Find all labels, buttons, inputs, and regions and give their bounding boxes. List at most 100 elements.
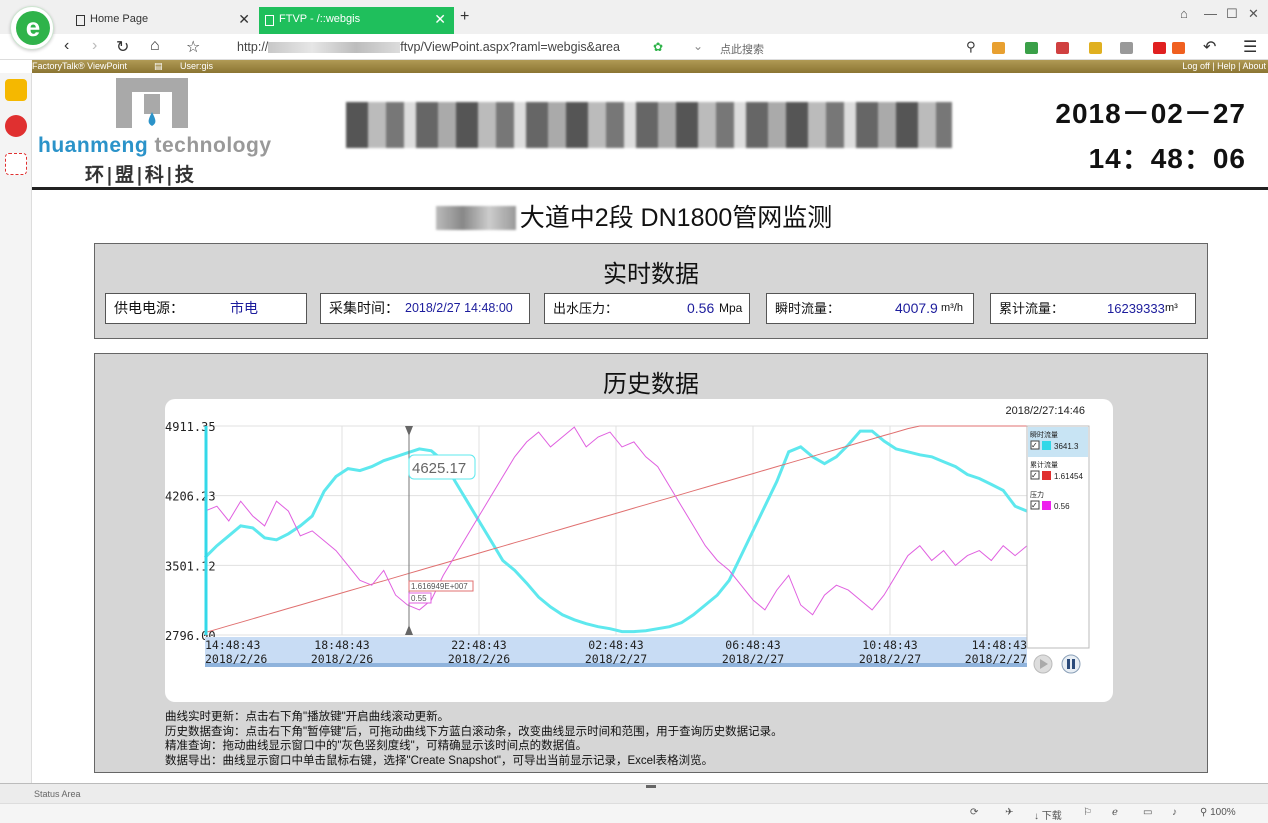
power-field: 供电电源： 市电 (105, 293, 307, 324)
x-tick-time: 02:48:43 (588, 638, 643, 652)
x-tick-time: 18:48:43 (314, 638, 369, 652)
flag-icon[interactable]: ⚐ (1083, 807, 1092, 818)
weibo-icon[interactable] (5, 115, 27, 137)
window-close-icon[interactable]: ✕ (1248, 6, 1259, 22)
ie-mode-icon[interactable]: ℯ (1112, 807, 1118, 818)
search-input[interactable]: 点此搜索 (720, 41, 764, 57)
collect-time-value: 2018/2/27 14:48:00 (405, 301, 513, 315)
legend-swatch (1042, 471, 1051, 480)
volume-icon[interactable]: ♪ (1172, 807, 1177, 818)
ad-block-icon[interactable] (1056, 42, 1069, 54)
help-line: 数据导出：曲线显示窗口中单击鼠标右键，选择"Create Snapshot"，可… (165, 754, 714, 767)
sync-icon[interactable]: ⟳ (970, 807, 978, 818)
header-time: 14：48：06 (1088, 143, 1246, 174)
new-tab-button[interactable]: + (460, 8, 469, 26)
pin-icon[interactable]: ✈ (1005, 807, 1013, 818)
forward-icon[interactable]: › (92, 37, 97, 55)
mail-icon[interactable] (5, 153, 27, 175)
screenshot-icon[interactable] (1089, 42, 1102, 54)
favorite-star-icon[interactable]: ☆ (186, 37, 200, 57)
trend-chart[interactable]: 4911.35 4206.23 3501.12 2796.00 14:48:43 2018… (165, 399, 1113, 702)
x-tick-date: 2018/2/27 (965, 652, 1027, 666)
translate-icon[interactable] (1120, 42, 1133, 54)
shield-icon[interactable] (1025, 42, 1038, 54)
browser-logo-icon[interactable]: e (10, 6, 54, 50)
x-tick-date: 2018/2/26 (311, 652, 373, 666)
search-icon[interactable]: ⚲ (966, 39, 976, 55)
tab-home-page[interactable]: Home Page ✕ (70, 7, 258, 34)
y-tick-label: 4206.23 (165, 490, 216, 504)
y-tick-label: 4911.35 (165, 420, 216, 434)
brand-logo-icon (116, 78, 188, 128)
pause-icon (1067, 659, 1070, 669)
legend-name: 瞬时流量 (1030, 430, 1058, 439)
page-title: 大道中2段 DN1800管网监测 (0, 198, 1268, 234)
brand-chinese-name: 环|盟|科|技 (85, 164, 196, 186)
banner-title-blurred (346, 102, 952, 148)
x-tick-date: 2018/2/27 (585, 652, 647, 666)
close-icon[interactable]: ✕ (434, 7, 446, 32)
x-tick-time: 06:48:43 (725, 638, 780, 652)
realtime-title: 实时数据 (603, 261, 699, 288)
legend-name: 累计流量 (1030, 460, 1058, 469)
legend-check-icon: ✓ (1031, 471, 1038, 480)
cursor-value: 4625.17 (412, 460, 466, 477)
history-title: 历史数据 (603, 371, 699, 398)
refresh-icon[interactable]: ↻ (116, 37, 129, 57)
cursor-total: 1.616949E+007 (411, 582, 468, 591)
help-line: 精准查询：拖动曲线显示窗口中的"灰色竖刻度线"，可精确显示该时间点的数据值。 (165, 740, 588, 752)
x-tick-time: 10:48:43 (862, 638, 917, 652)
product-name: FactoryTalk® ViewPoint (32, 61, 128, 71)
maximize-icon[interactable]: ☐ (1226, 6, 1238, 22)
chart-canvas[interactable]: 4911.354206.233501.122796.0014:48:432018… (165, 399, 1113, 702)
legend-value: 0.56 (1054, 502, 1070, 511)
collect-time-field: 采集时间： 2018/2/27 14:48:00 (320, 293, 530, 324)
apps-icon[interactable] (992, 42, 1005, 54)
legend-box (1026, 425, 1090, 649)
realtime-panel: 实时数据 供电电源： 市电 采集时间： 2018/2/27 14:48:00 出… (94, 243, 1208, 339)
history-panel: 历史数据 4911.35 4206.23 3501.12 2796.00 14:48:4… (94, 353, 1208, 773)
cursor-pressure: 0.55 (411, 594, 427, 603)
menu-icon[interactable]: ☰ (1243, 37, 1257, 57)
collapse-handle-icon[interactable]: ▬ (646, 776, 656, 796)
undo-icon[interactable]: ↶ (1203, 37, 1216, 57)
back-icon[interactable]: ‹ (64, 37, 69, 55)
legend-check-icon: ✓ (1031, 501, 1038, 510)
minimize-icon[interactable]: — (1204, 6, 1217, 21)
factorytalk-bar: FactoryTalk® ViewPoint ▤ User:gis Log of… (32, 60, 1268, 73)
x-tick-time: 14:48:43 (972, 638, 1027, 652)
legend-name: 压力 (1030, 490, 1044, 499)
favorites-star-icon[interactable] (5, 79, 27, 101)
dropdown-chevron-icon[interactable]: ⌄ (693, 39, 703, 53)
help-text: 曲线实时更新：点击右下角"播放键"开启曲线滚动更新。 历史数据查询：点击右下角"… (165, 710, 783, 768)
skin-icon[interactable]: ⌂ (1180, 6, 1188, 21)
tab-ftvp[interactable]: FTVP - /::webgis ✕ (259, 7, 454, 34)
document-icon[interactable]: ▤ (154, 60, 163, 73)
x-tick-date: 2018/2/26 (205, 652, 267, 666)
flow-value: 4007.9 (895, 300, 938, 316)
weibo-toolbar-icon[interactable] (1153, 42, 1166, 54)
address-bar[interactable]: http:// ftvp/ViewPoint.aspx?raml=webgis&a… (215, 37, 655, 57)
x-tick-time: 14:48:43 (205, 638, 260, 652)
x-tick-date: 2018/2/27 (722, 652, 784, 666)
game-icon[interactable] (1172, 42, 1185, 54)
flow-field: 瞬时流量： 4007.9 m³/h (766, 293, 974, 324)
legend-swatch (1042, 441, 1051, 450)
home-icon[interactable]: ⌂ (150, 37, 160, 55)
browser-status-bar: ⟳ ✈ ↓ 下载 ⚐ ℯ ▭ ♪ ⚲ 100% (0, 803, 1268, 823)
tab-bar: Home Page ✕ FTVP - /::webgis ✕ + ⌂ — ☐ ✕ (0, 0, 1268, 34)
x-tick-date: 2018/2/26 (448, 652, 510, 666)
address-path: ftvp/ViewPoint.aspx?raml=webgis&area (400, 40, 620, 54)
address-host-blurred (268, 42, 401, 54)
security-icon[interactable]: ✿ (653, 40, 663, 54)
address-prefix: http:// (237, 40, 269, 54)
legend-value: 3641.3 (1054, 442, 1079, 451)
user-label: User:gis (180, 61, 214, 71)
close-icon[interactable]: ✕ (238, 7, 250, 32)
zoom-control[interactable]: ⚲ 100% (1200, 807, 1236, 818)
window-icon[interactable]: ▭ (1143, 807, 1152, 818)
pause-button[interactable] (1061, 654, 1081, 674)
download-button[interactable]: ↓ 下载 (1034, 807, 1062, 822)
account-links[interactable]: Log off | Help | About (1182, 60, 1266, 73)
total-flow-value: 16239333 (1107, 301, 1165, 316)
